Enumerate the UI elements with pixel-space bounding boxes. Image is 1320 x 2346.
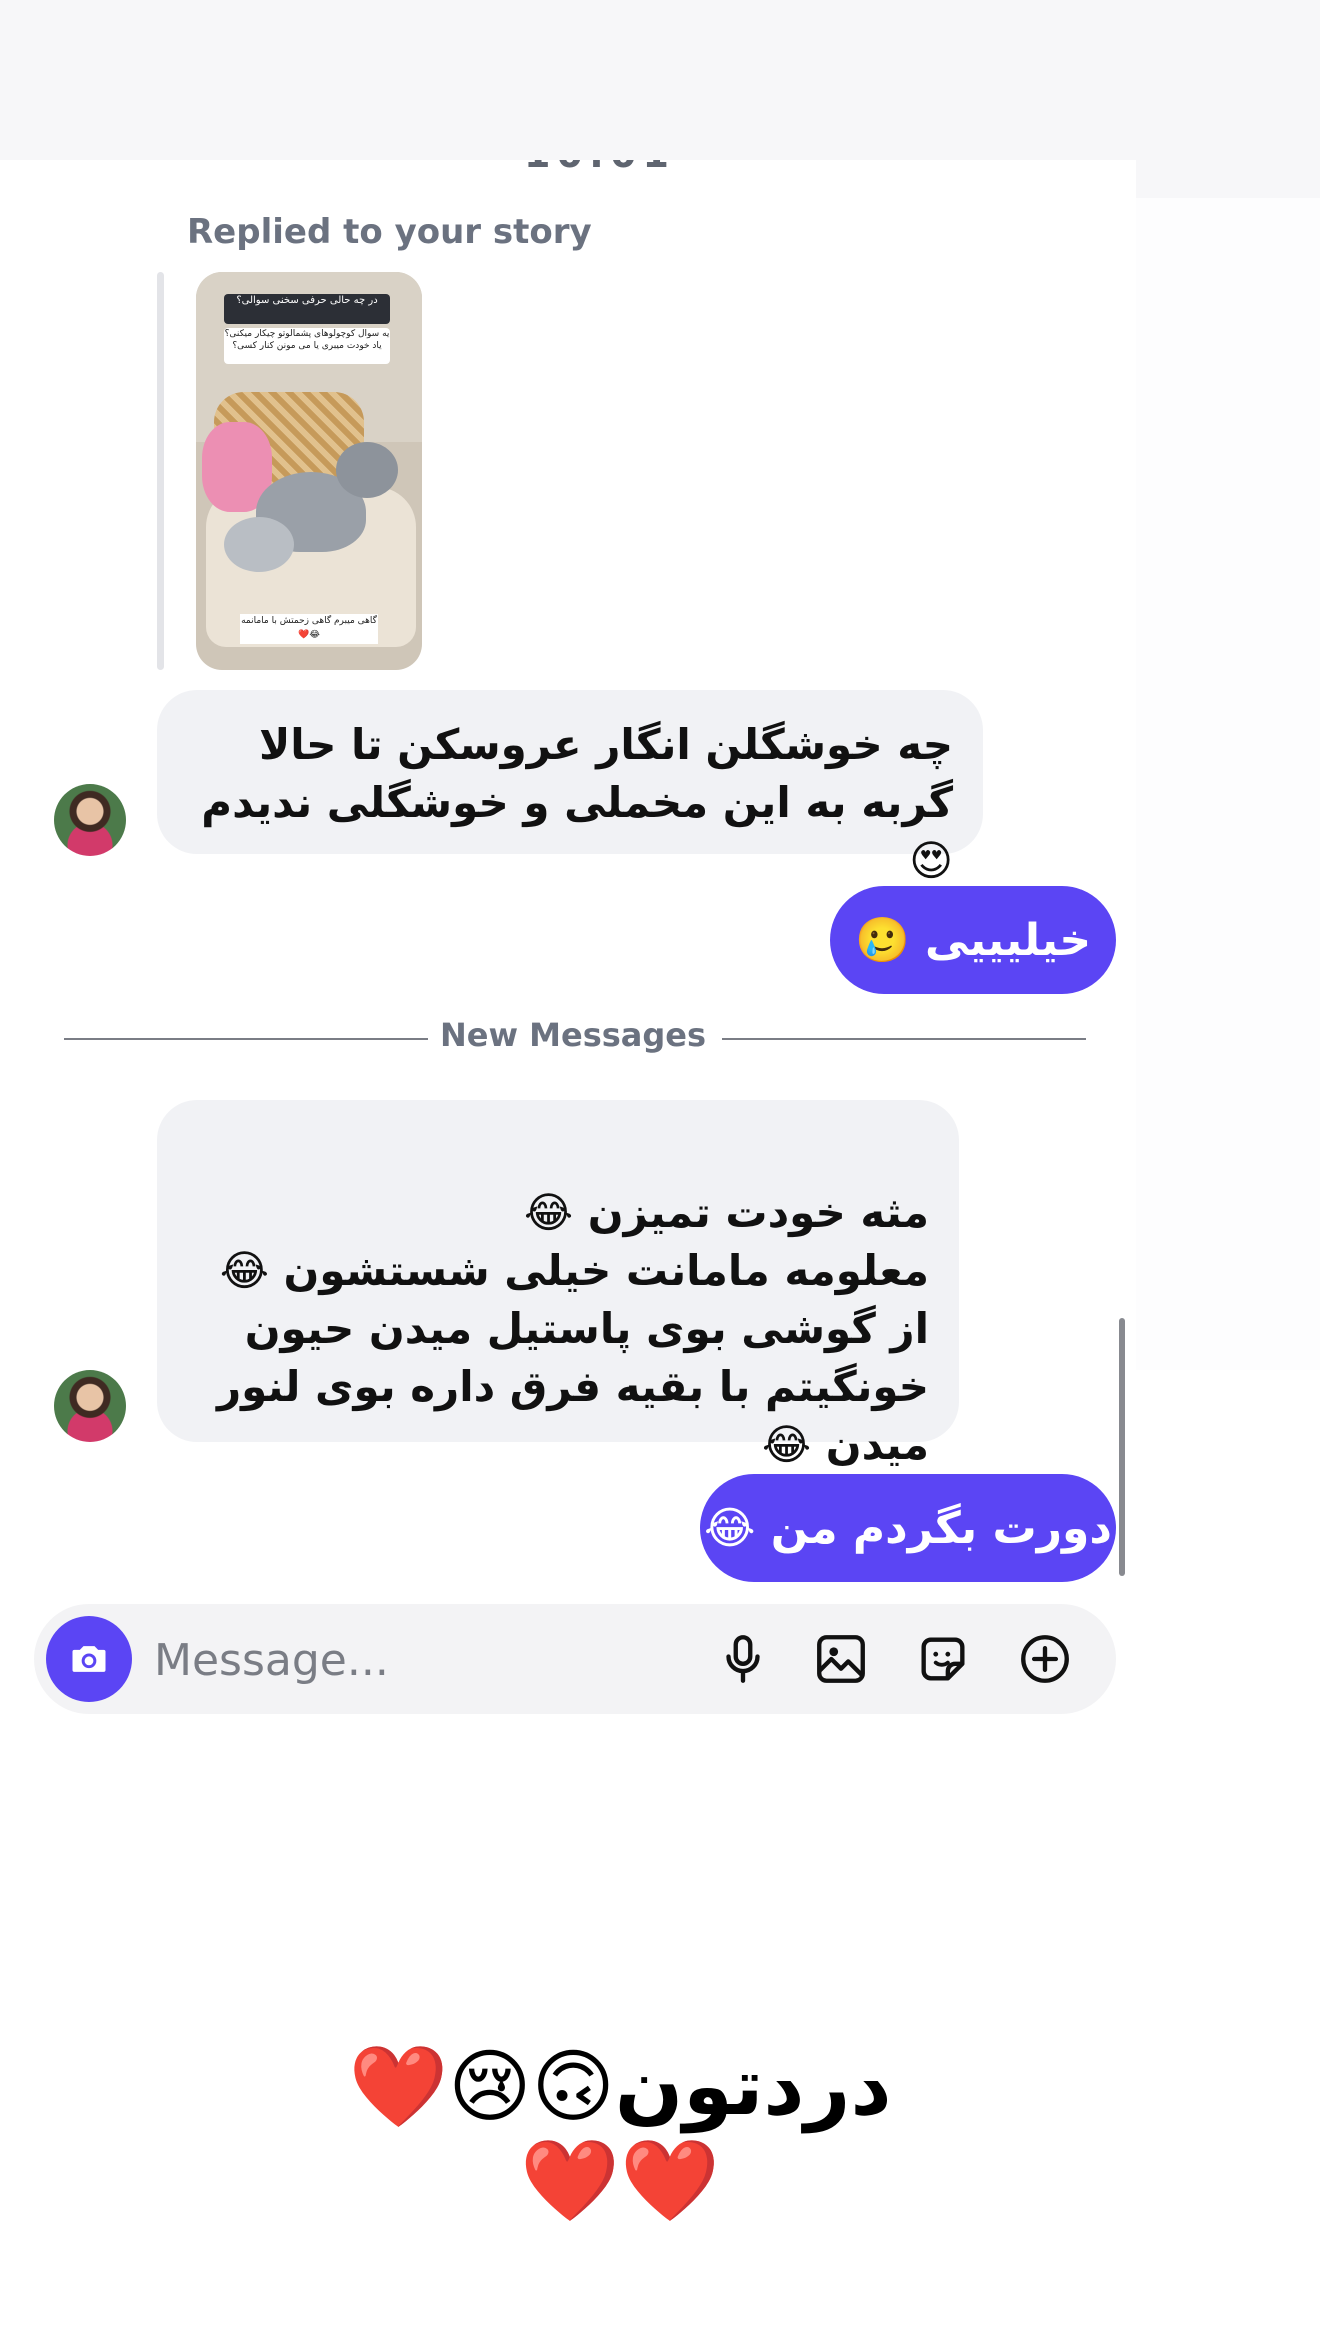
divider-line-right: [722, 1038, 1086, 1040]
top-background: [0, 0, 1320, 160]
story-thumbnail[interactable]: در چه حالی حرفی سخنی سوالی؟ یه سوال کوچو…: [196, 272, 422, 670]
outgoing-message-bubble[interactable]: خیلیییی 🥲: [830, 886, 1116, 994]
outgoing-message-bubble[interactable]: دورت بگردم من 😂: [700, 1474, 1116, 1582]
message-composer: [34, 1604, 1116, 1714]
sender-avatar[interactable]: [54, 784, 126, 856]
add-icon[interactable]: [1016, 1630, 1074, 1688]
camera-button[interactable]: [46, 1616, 132, 1702]
message-text: چه خوشگلن انگار عروسکن تا حالا گربه به ا…: [201, 720, 953, 885]
replied-to-story-label: Replied to your story: [187, 212, 592, 252]
timestamp-partial: 10:01: [524, 160, 669, 176]
message-text: خیلیییی 🥲: [854, 915, 1092, 966]
camera-icon: [72, 1646, 106, 1672]
gallery-icon[interactable]: [812, 1630, 870, 1688]
message-input[interactable]: [152, 1624, 656, 1696]
reply-indicator-bar: [157, 272, 164, 670]
right-background-lower: [1136, 198, 1320, 1370]
right-background: [1136, 160, 1320, 198]
sticker-icon[interactable]: [914, 1630, 972, 1688]
story-cat-small: [224, 517, 294, 572]
incoming-message-bubble[interactable]: چه خوشگلن انگار عروسکن تا حالا گربه به ا…: [157, 690, 983, 885]
message-text: دورت بگردم من 😂: [704, 1502, 1112, 1554]
story-caption-question: یه سوال کوچولوهای پشمالوتو چیکار میکنی؟ …: [224, 328, 390, 364]
story-caption-bottom: گاهی میبرم گاهی زحمتش با مامانمه😂❤️: [240, 614, 378, 644]
chat-thread[interactable]: 10:01 Replied to your story در چه حالی ح…: [14, 160, 1136, 1760]
message-text: مثه خودت تمیزن 😂 معلومه مامانت خیلی شستش…: [216, 1188, 929, 1469]
scrollbar[interactable]: [1119, 1318, 1125, 1576]
microphone-icon[interactable]: [714, 1630, 772, 1688]
story-cat-head: [336, 442, 398, 498]
story-caption-top: در چه حالی حرفی سخنی سوالی؟: [224, 294, 390, 324]
divider-line-left: [64, 1038, 428, 1040]
incoming-message-bubble[interactable]: مثه خودت تمیزن 😂 معلومه مامانت خیلی شستش…: [157, 1100, 959, 1469]
sender-avatar[interactable]: [54, 1370, 126, 1442]
overlay-caption: دردتون🙃😢❤️❤️❤️: [348, 2040, 892, 2227]
new-messages-label: New Messages: [439, 1016, 707, 1054]
